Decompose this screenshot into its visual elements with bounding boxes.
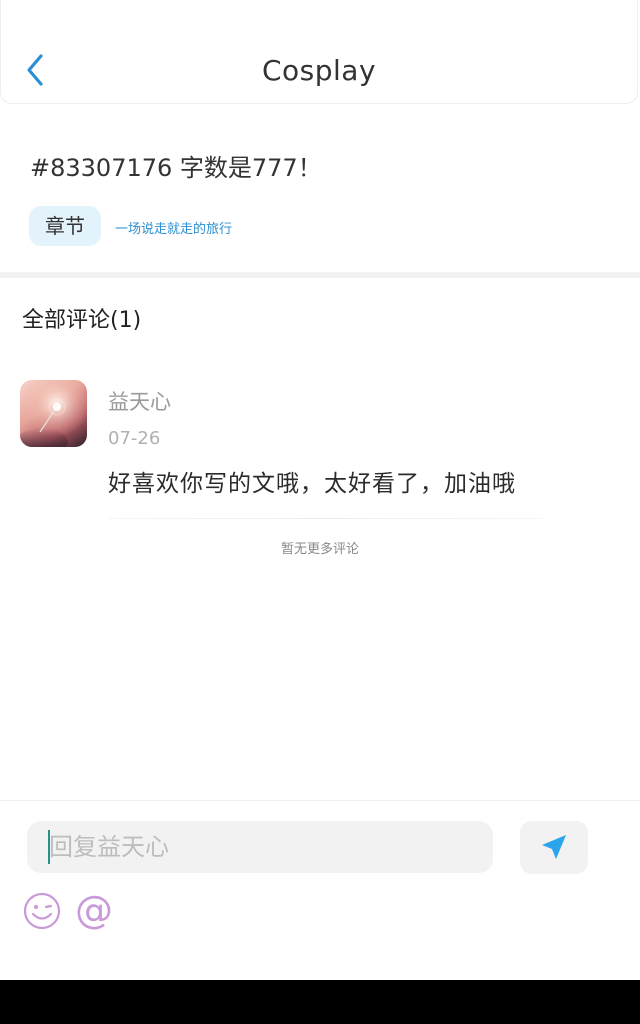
chapter-link[interactable]: 一场说走就走的旅行 [115,218,232,237]
send-icon [542,835,566,859]
comment-author: 益天心 [108,390,171,414]
comment-date: 07-26 [108,428,161,449]
no-more-comments: 暂无更多评论 [280,542,359,557]
emoji-icon [23,892,61,930]
send-button[interactable] [520,821,588,874]
avatar[interactable] [20,380,87,447]
mention-button[interactable]: @ [75,887,113,933]
post-title: #83307176 字数是777！ [30,154,322,182]
system-nav-bar [0,980,640,1024]
post-section: #83307176 字数是777！ 章节 一场说走就走的旅行 [0,104,640,272]
comment-page: Cosplay #83307176 字数是777！ 章节 一场说走就走的旅行 全… [0,0,640,1024]
reply-bar: @ [0,800,640,980]
comment-divider [108,518,543,519]
page-title: Cosplay [261,54,377,87]
reply-input[interactable] [27,821,493,873]
text-cursor [48,830,50,864]
comment-text: 好喜欢你写的文哦，太好看了，加油哦 [108,471,516,497]
section-divider [0,272,640,278]
emoji-button[interactable] [22,891,62,931]
header: Cosplay [0,0,638,104]
chapter-tag: 章节 [29,206,101,246]
comments-heading: 全部评论(1) [22,308,142,333]
comment-item[interactable]: 益天心 07-26 好喜欢你写的文哦，太好看了，加油哦 [0,378,640,519]
avatar-image [20,380,87,447]
